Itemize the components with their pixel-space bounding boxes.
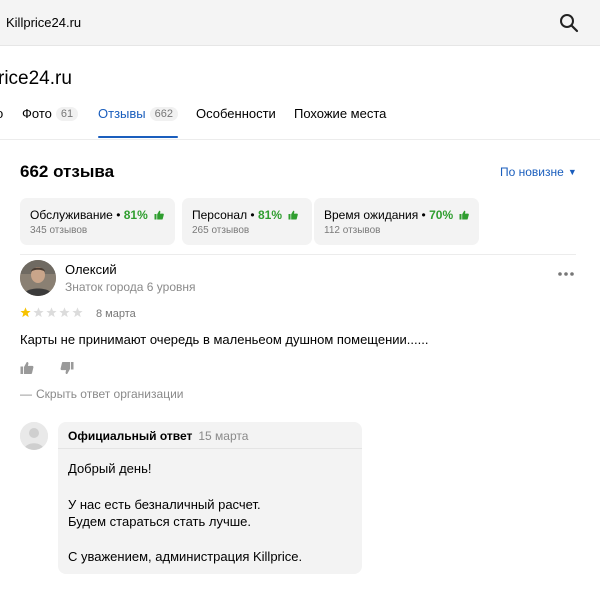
tab-features-label: Особенности (196, 106, 276, 121)
sort-button[interactable]: По новизне ▼ (500, 165, 577, 179)
hide-reply-dash: — (20, 387, 32, 401)
star-icon (72, 307, 83, 318)
review-date: 8 марта (96, 308, 136, 320)
reply-label: Официальный ответ (68, 429, 193, 443)
reply-date: 15 марта (198, 429, 249, 443)
aspect-card-waiting[interactable]: Время ожидания • 70% 112 отзывов (314, 198, 479, 245)
more-icon[interactable] (556, 268, 576, 280)
aspect-name: Время ожидания (324, 208, 419, 222)
tab-similar-label: Похожие места (294, 106, 387, 121)
org-reply: Официальный ответ 15 марта Добрый день! У… (58, 422, 362, 574)
avatar[interactable] (20, 260, 56, 296)
star-icon (46, 307, 57, 318)
review-text: Карты не принимают очередь в маленьеом д… (20, 332, 429, 347)
tab-photo-label: Фото (22, 106, 52, 121)
tab-reviews-count: 662 (149, 107, 178, 121)
aspect-percent: 70% (429, 208, 454, 222)
chevron-down-icon: ▼ (567, 167, 577, 177)
aspect-separator: • (247, 208, 258, 222)
author-level: Знаток города 6 уровня (65, 280, 196, 294)
tab-features[interactable]: Особенности (196, 106, 276, 138)
search-icon[interactable] (559, 13, 579, 33)
thumb-up-icon (154, 210, 164, 220)
aspect-name: Обслуживание (30, 208, 113, 222)
aspect-count: 112 отзывов (324, 225, 381, 236)
search-bar[interactable]: Killprice24.ru (0, 0, 600, 46)
tab-edge-glyph: о (0, 106, 3, 121)
reply-line: Будем стараться стать лучше. (68, 514, 251, 529)
star-icon (33, 307, 44, 318)
aspect-card-service[interactable]: Обслуживание • 81% 345 отзывов (20, 198, 175, 245)
author-name[interactable]: Олексий (65, 262, 117, 277)
aspect-title: Обслуживание • 81% (30, 208, 164, 222)
aspect-title: Время ожидания • 70% (324, 208, 470, 222)
reply-line: У нас есть безналичный расчет. (68, 497, 261, 512)
reply-header: Официальный ответ 15 марта (68, 429, 248, 443)
org-title: rice24.ru (0, 68, 72, 89)
aspect-title: Персонал • 81% (192, 208, 299, 222)
tab-photo[interactable]: Фото 61 (22, 106, 79, 138)
aspect-separator: • (418, 208, 430, 222)
sort-label: По новизне (500, 165, 564, 179)
aspect-count: 345 отзывов (30, 225, 88, 236)
reviews-heading: 662 отзыва (20, 162, 115, 181)
aspect-count: 265 отзывов (192, 225, 250, 236)
aspect-card-staff[interactable]: Персонал • 81% 265 отзывов (182, 198, 312, 245)
like-icon[interactable] (20, 361, 34, 375)
aspect-percent: 81% (123, 208, 148, 222)
star-icon (59, 307, 70, 318)
aspect-separator: • (112, 208, 124, 222)
divider (20, 254, 576, 255)
reply-separator (58, 448, 362, 449)
search-query[interactable]: Killprice24.ru (6, 15, 81, 30)
hide-reply-label: Скрыть ответ организации (36, 387, 184, 401)
tab-similar[interactable]: Похожие места (294, 106, 386, 138)
thumb-up-icon (288, 210, 299, 220)
dislike-icon[interactable] (60, 361, 74, 375)
star-icon (20, 307, 31, 318)
reply-line: С уважением, администрация Killprice. (68, 549, 303, 564)
tab-reviews-label: Отзывы (98, 106, 146, 121)
aspect-percent: 81% (257, 208, 282, 222)
org-avatar (20, 422, 48, 450)
reply-line: Добрый день! (68, 461, 152, 476)
aspect-name: Персонал (192, 208, 248, 222)
tabs: о Фото61 Отзывы662 Особенности Похожие м… (0, 100, 600, 140)
hide-reply-button[interactable]: — Скрыть ответ организации (20, 387, 183, 401)
tab-reviews[interactable]: Отзывы 662 (98, 106, 178, 138)
tab-photo-count: 61 (55, 107, 79, 121)
thumb-up-icon (459, 210, 470, 220)
